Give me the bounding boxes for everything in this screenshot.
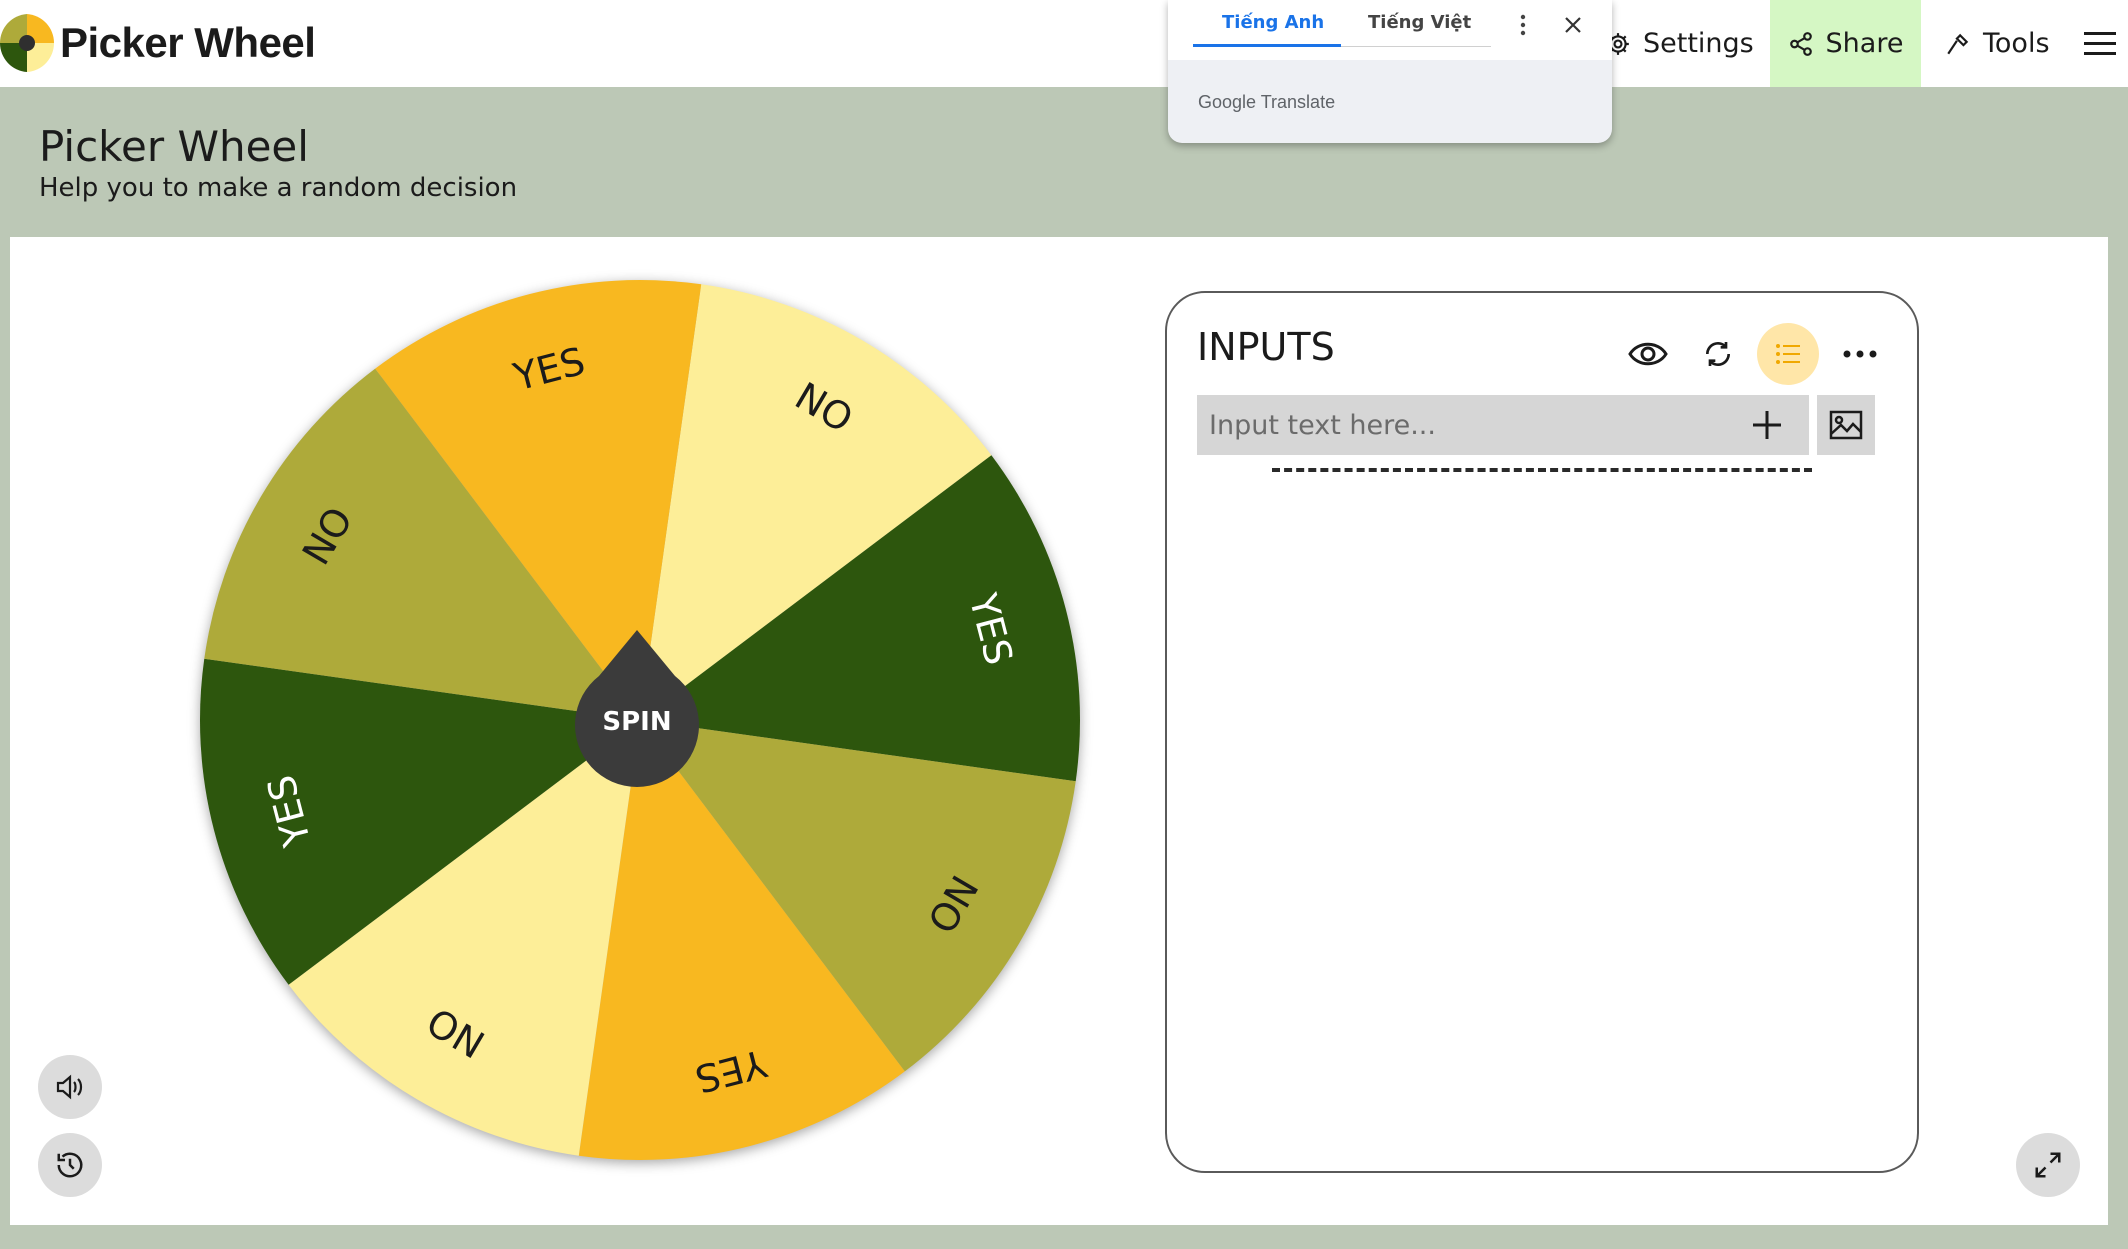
refresh-icon [1706,342,1730,366]
page-subtitle: Help you to make a random decision [39,173,518,203]
spin-label: SPIN [602,707,671,737]
inputs-card: INPUTS [1165,291,1919,1173]
list-icon [1776,344,1800,364]
google-translate-popup: Tiếng Anh Tiếng Việt Google Translate [1168,0,1612,143]
tools-label: Tools [1983,28,2050,59]
image-icon [1829,410,1863,440]
refresh-button[interactable] [1687,323,1749,385]
more-horizontal-icon [1843,350,1877,358]
input-text-field[interactable] [1197,395,1737,455]
hammer-icon [1945,31,1971,57]
share-button[interactable]: Share [1770,0,1921,87]
settings-label: Settings [1643,28,1754,59]
expand-icon [2035,1152,2061,1178]
eye-icon [1628,342,1668,366]
translate-close-button[interactable] [1558,10,1588,40]
brand-logo-link[interactable]: Picker Wheel [0,14,316,72]
picker-wheel[interactable]: NOYESNOYESNOYESNOYES SPIN [190,270,1090,1170]
tools-button[interactable]: Tools [1945,0,2065,87]
close-icon [1565,17,1581,33]
translate-tabs: Tiếng Anh Tiếng Việt [1168,0,1612,60]
sound-toggle-button[interactable] [38,1055,102,1119]
translate-tab-source[interactable]: Tiếng Anh [1222,12,1324,33]
google-translate-brand: Google Translate [1198,92,1336,112]
fullscreen-button[interactable] [2016,1133,2080,1197]
page-title: Picker Wheel [39,122,309,171]
active-tab-indicator [1193,44,1341,47]
top-nav: Picker Wheel Settings Share Tools [0,0,2128,87]
translate-tab-target[interactable]: Tiếng Việt [1368,12,1471,33]
history-icon [57,1152,83,1178]
share-icon [1788,31,1814,57]
translate-more-button[interactable] [1508,10,1538,40]
entries-divider [1272,468,1812,472]
settings-button[interactable]: Settings [1605,0,1770,87]
speaker-icon [56,1074,83,1100]
history-button[interactable] [38,1133,102,1197]
input-row [1197,395,1809,455]
more-vertical-icon [1520,14,1526,36]
hamburger-menu-button[interactable] [2080,0,2120,87]
toggle-visibility-button[interactable] [1617,323,1679,385]
add-image-button[interactable] [1817,395,1875,455]
inputs-title: INPUTS [1197,325,1335,369]
add-entry-button[interactable] [1737,395,1797,455]
picker-wheel-logo-icon [0,14,54,72]
tab-separator [1341,46,1491,47]
share-label: Share [1825,28,1904,59]
menu-icon [2084,31,2116,55]
brand-name: Picker Wheel [60,19,316,66]
plus-icon [1753,411,1781,439]
more-options-button[interactable] [1829,323,1891,385]
list-view-button[interactable] [1757,323,1819,385]
